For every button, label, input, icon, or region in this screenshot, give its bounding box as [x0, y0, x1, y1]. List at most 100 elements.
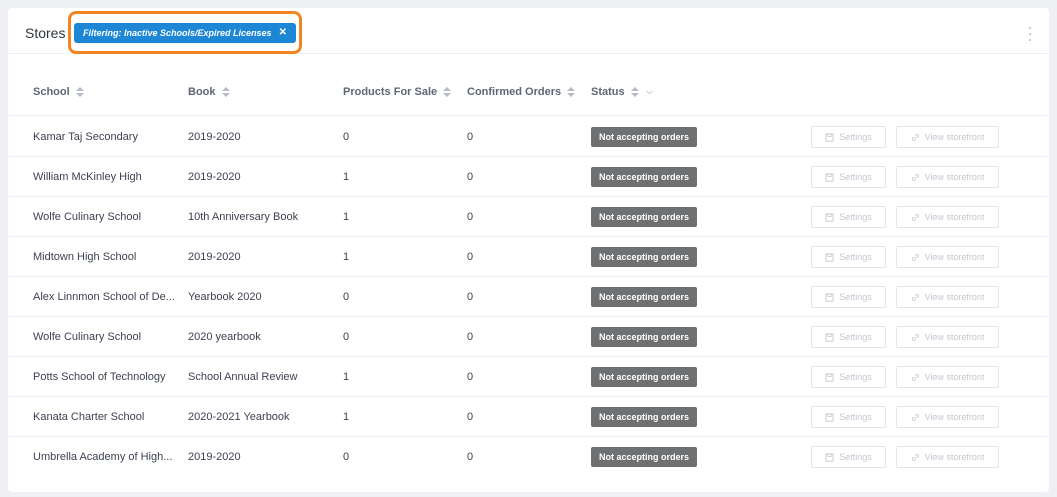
- settings-button[interactable]: Settings: [811, 166, 886, 188]
- view-storefront-button[interactable]: View storefront: [896, 246, 999, 268]
- table-row: Potts School of Technology School Annual …: [8, 357, 1049, 397]
- products-cell: 1: [343, 371, 350, 383]
- book-cell: School Annual Review: [188, 371, 298, 383]
- orders-cell: 0: [467, 171, 474, 183]
- settings-button-label: Settings: [839, 372, 872, 382]
- save-icon: [825, 412, 834, 422]
- view-storefront-button[interactable]: View storefront: [896, 166, 999, 188]
- column-header-label: Confirmed Orders: [467, 86, 562, 98]
- view-storefront-button[interactable]: View storefront: [896, 446, 999, 468]
- view-storefront-button[interactable]: View storefront: [896, 126, 999, 148]
- settings-button-label: Settings: [839, 212, 872, 222]
- link-icon: [911, 173, 919, 181]
- settings-button[interactable]: Settings: [811, 246, 886, 268]
- school-cell: Potts School of Technology: [33, 371, 166, 383]
- orders-cell: 0: [467, 371, 474, 383]
- save-icon: [825, 172, 834, 182]
- status-badge: Not accepting orders: [591, 407, 698, 427]
- chevron-down-icon[interactable]: ⌵: [647, 78, 653, 106]
- settings-button-label: Settings: [839, 252, 872, 262]
- close-icon[interactable]: ✕: [279, 23, 287, 43]
- view-storefront-button[interactable]: View storefront: [896, 286, 999, 308]
- view-storefront-label: View storefront: [924, 212, 985, 222]
- school-cell: Umbrella Academy of High...: [33, 451, 173, 463]
- products-cell: 0: [343, 131, 350, 143]
- view-storefront-label: View storefront: [924, 372, 985, 382]
- column-header-book[interactable]: Book: [188, 78, 230, 106]
- link-icon: [911, 373, 919, 381]
- orders-cell: 0: [467, 131, 474, 143]
- status-badge: Not accepting orders: [591, 247, 698, 267]
- more-options-icon[interactable]: [1026, 27, 1034, 41]
- sort-icon: [443, 87, 452, 97]
- page-title: Stores: [25, 25, 66, 41]
- table-row: Kanata Charter School 2020-2021 Yearbook 1…: [8, 397, 1049, 437]
- book-cell: 2020-2021 Yearbook: [188, 411, 290, 423]
- orders-cell: 0: [467, 451, 474, 463]
- column-header-orders[interactable]: Confirmed Orders: [467, 78, 576, 106]
- link-icon: [911, 333, 919, 341]
- products-cell: 1: [343, 251, 350, 263]
- view-storefront-button[interactable]: View storefront: [896, 406, 999, 428]
- table-row: William McKinley High 2019-2020 1 0 Not acce…: [8, 157, 1049, 197]
- book-cell: 2020 yearbook: [188, 331, 261, 343]
- products-cell: 1: [343, 171, 350, 183]
- save-icon: [825, 292, 834, 302]
- link-icon: [911, 293, 919, 301]
- status-badge: Not accepting orders: [591, 287, 698, 307]
- status-badge: Not accepting orders: [591, 127, 698, 147]
- view-storefront-button[interactable]: View storefront: [896, 326, 999, 348]
- column-header-status[interactable]: Status ⌵: [591, 78, 653, 106]
- status-badge: Not accepting orders: [591, 327, 698, 347]
- link-icon: [911, 133, 919, 141]
- table-row: Wolfe Culinary School 2020 yearbook 0 0 Not …: [8, 317, 1049, 357]
- school-cell: Alex Linnmon School of De...: [33, 291, 175, 303]
- table-header: School Book Products For Sale Confirmed …: [8, 78, 1049, 116]
- save-icon: [825, 452, 834, 462]
- orders-cell: 0: [467, 411, 474, 423]
- status-badge: Not accepting orders: [591, 367, 698, 387]
- filter-chip-label: Filtering: Inactive Schools/Expired Lice…: [83, 28, 272, 38]
- products-cell: 0: [343, 451, 350, 463]
- settings-button[interactable]: Settings: [811, 446, 886, 468]
- view-storefront-label: View storefront: [924, 452, 985, 462]
- school-cell: Wolfe Culinary School: [33, 331, 142, 343]
- settings-button-label: Settings: [839, 332, 872, 342]
- link-icon: [911, 413, 919, 421]
- settings-button[interactable]: Settings: [811, 206, 886, 228]
- view-storefront-label: View storefront: [924, 252, 985, 262]
- book-cell: 2019-2020: [188, 171, 241, 183]
- link-icon: [911, 453, 919, 461]
- save-icon: [825, 372, 834, 382]
- column-header-label: Products For Sale: [343, 86, 438, 98]
- column-header-school[interactable]: School: [33, 78, 84, 106]
- settings-button-label: Settings: [839, 452, 872, 462]
- status-badge: Not accepting orders: [591, 447, 698, 467]
- settings-button-label: Settings: [839, 412, 872, 422]
- settings-button[interactable]: Settings: [811, 326, 886, 348]
- settings-button[interactable]: Settings: [811, 366, 886, 388]
- link-icon: [911, 253, 919, 261]
- orders-cell: 0: [467, 331, 474, 343]
- view-storefront-label: View storefront: [924, 292, 985, 302]
- view-storefront-label: View storefront: [924, 412, 985, 422]
- school-cell: Kanata Charter School: [33, 411, 145, 423]
- sort-icon: [221, 87, 230, 97]
- settings-button[interactable]: Settings: [811, 126, 886, 148]
- view-storefront-button[interactable]: View storefront: [896, 206, 999, 228]
- table-row: Alex Linnmon School of De... Yearbook 202…: [8, 277, 1049, 317]
- status-badge: Not accepting orders: [591, 207, 698, 227]
- stores-card: Stores Filtering: Inactive Schools/Expir…: [8, 8, 1049, 492]
- book-cell: Yearbook 2020: [188, 291, 262, 303]
- view-storefront-button[interactable]: View storefront: [896, 366, 999, 388]
- active-filter-chip[interactable]: Filtering: Inactive Schools/Expired Lice…: [74, 23, 296, 43]
- table-row: Umbrella Academy of High... 2019-2020 0 0 No…: [8, 437, 1049, 477]
- school-cell: William McKinley High: [33, 171, 142, 183]
- settings-button[interactable]: Settings: [811, 406, 886, 428]
- table-row: Midtown High School 2019-2020 1 0 Not accept…: [8, 237, 1049, 277]
- settings-button[interactable]: Settings: [811, 286, 886, 308]
- book-cell: 2019-2020: [188, 131, 241, 143]
- column-header-products[interactable]: Products For Sale: [343, 78, 452, 106]
- column-header-label: Status: [591, 86, 625, 98]
- status-badge: Not accepting orders: [591, 167, 698, 187]
